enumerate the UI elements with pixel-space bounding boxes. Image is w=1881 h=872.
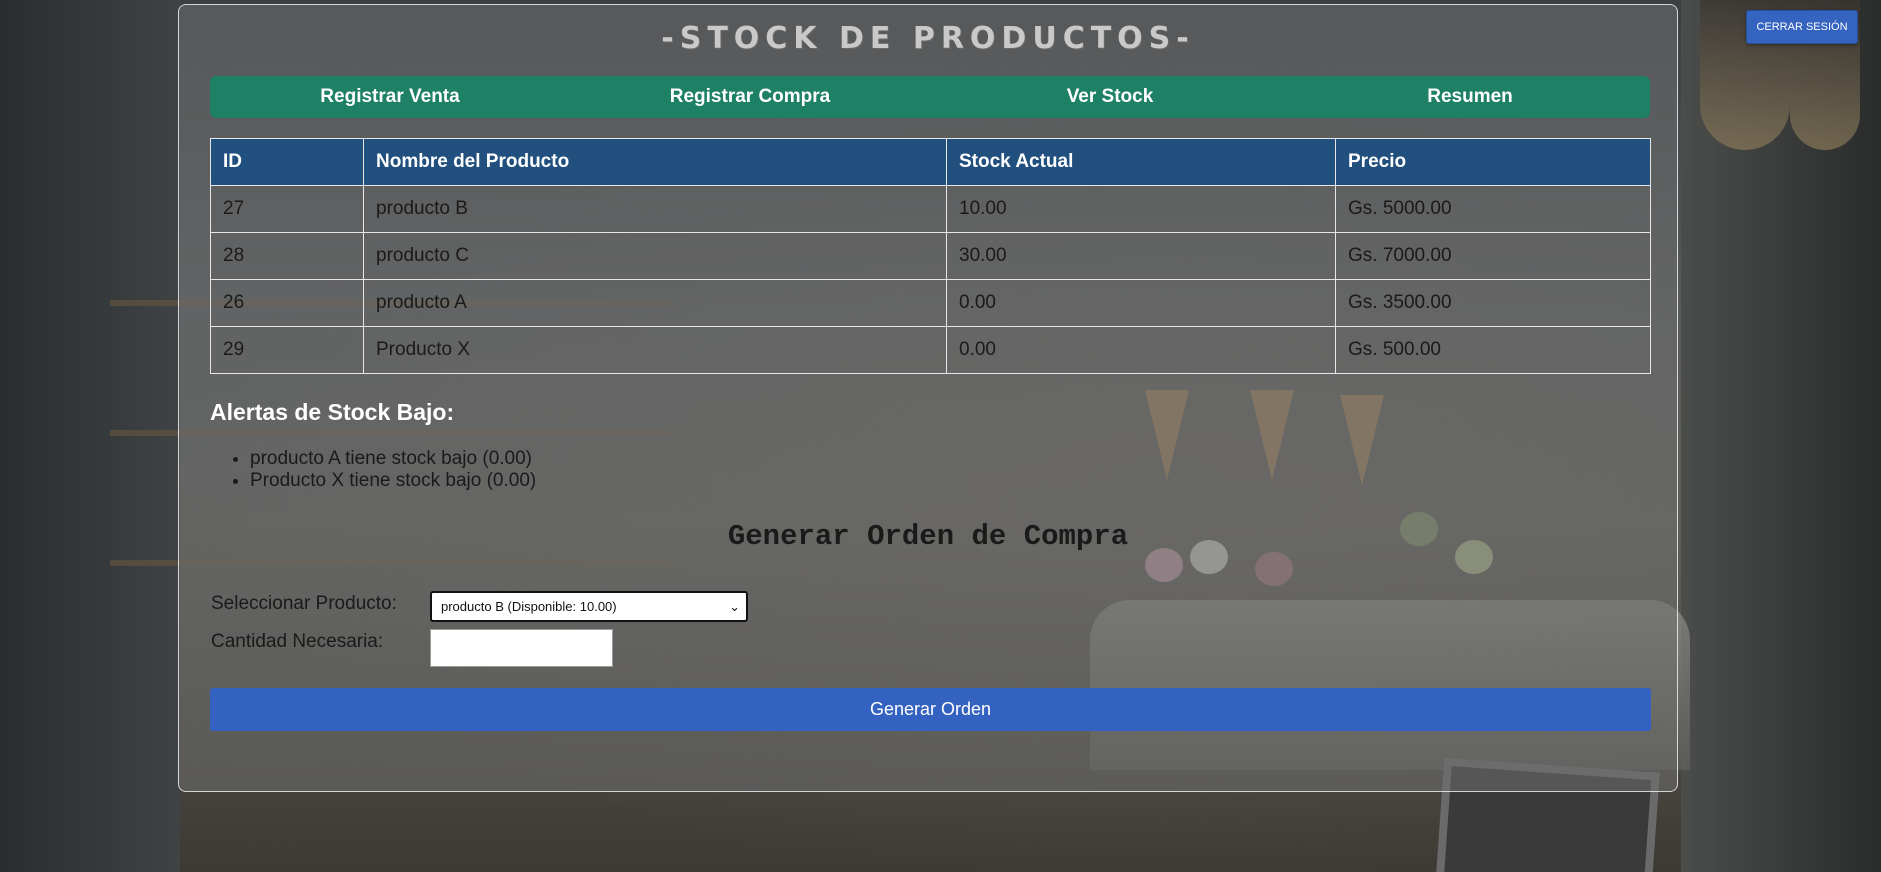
nav-resumen[interactable]: Resumen [1290,76,1650,118]
cell-price: Gs. 7000.00 [1335,232,1651,280]
cell-name: producto B [363,185,947,233]
cell-price: Gs. 5000.00 [1335,185,1651,233]
table-row: 26 producto A 0.00 Gs. 3500.00 [210,279,1651,327]
chevron-down-icon: ⌄ [729,598,740,614]
quantity-input[interactable] [430,629,613,667]
cell-id: 28 [210,232,364,280]
product-select-label: Seleccionar Producto: [211,593,397,614]
main-panel: -STOCK DE PRODUCTOS- Registrar Venta Reg… [178,4,1678,792]
page-title: -STOCK DE PRODUCTOS- [661,21,1195,56]
generate-order-button[interactable]: Generar Orden [210,688,1651,731]
cell-price: Gs. 500.00 [1335,326,1651,374]
column-header-price: Precio [1335,138,1651,186]
low-stock-alerts-title: Alertas de Stock Bajo: [210,399,455,425]
cell-stock: 10.00 [946,185,1336,233]
stock-table: ID Nombre del Producto Stock Actual Prec… [210,138,1651,374]
column-header-name: Nombre del Producto [363,138,947,186]
cell-id: 29 [210,326,364,374]
column-header-stock: Stock Actual [946,138,1336,186]
column-header-id: ID [210,138,364,186]
cell-id: 26 [210,279,364,327]
cell-stock: 30.00 [946,232,1336,280]
low-stock-alerts-list: producto A tiene stock bajo (0.00) Produ… [210,448,536,492]
quantity-label: Cantidad Necesaria: [211,631,384,652]
nav-registrar-compra[interactable]: Registrar Compra [570,76,930,118]
main-nav: Registrar Venta Registrar Compra Ver Sto… [210,76,1650,118]
product-select[interactable]: producto B (Disponible: 10.00) ⌄ [430,591,748,622]
logout-button[interactable]: CERRAR SESIÓN [1746,10,1858,44]
cell-price: Gs. 3500.00 [1335,279,1651,327]
list-item: Producto X tiene stock bajo (0.00) [250,470,536,492]
nav-ver-stock[interactable]: Ver Stock [930,76,1290,118]
nav-registrar-venta[interactable]: Registrar Venta [210,76,570,118]
list-item: producto A tiene stock bajo (0.00) [250,448,536,470]
background-left-wall [0,0,180,872]
table-header-row: ID Nombre del Producto Stock Actual Prec… [210,138,1651,186]
table-row: 28 producto C 30.00 Gs. 7000.00 [210,232,1651,280]
table-row: 29 Producto X 0.00 Gs. 500.00 [210,326,1651,374]
cell-stock: 0.00 [946,326,1336,374]
cell-id: 27 [210,185,364,233]
cell-name: Producto X [363,326,947,374]
cell-name: producto A [363,279,947,327]
product-select-value: producto B (Disponible: 10.00) [441,599,617,614]
cell-name: producto C [363,232,947,280]
purchase-order-title: Generar Orden de Compra [727,520,1129,553]
cell-stock: 0.00 [946,279,1336,327]
table-row: 27 producto B 10.00 Gs. 5000.00 [210,185,1651,233]
